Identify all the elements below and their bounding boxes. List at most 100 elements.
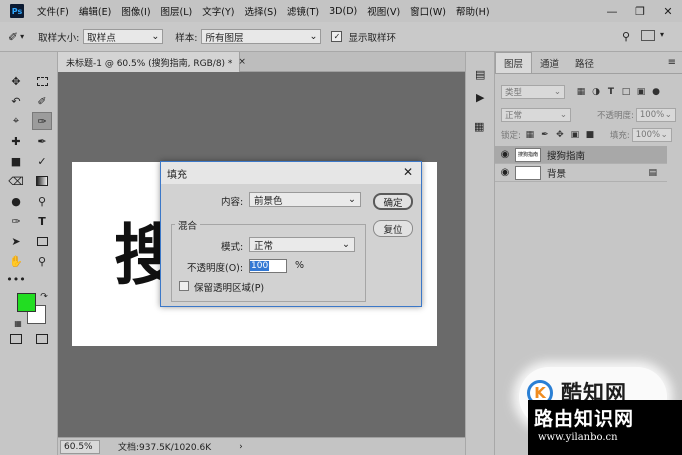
blend-opacity-row: 正常 ⌄ 不透明度: 100% ⌄: [495, 108, 682, 122]
eraser-tool-icon[interactable]: ⌫: [6, 172, 26, 190]
filter-adjustment-icon[interactable]: ◑: [590, 86, 602, 98]
menu-help[interactable]: 帮助(H): [451, 4, 495, 18]
path-select-tool-icon[interactable]: ➤: [6, 232, 26, 250]
quick-mask-icon[interactable]: [6, 330, 26, 348]
zoom-tool-icon[interactable]: ⚲: [32, 252, 52, 270]
status-menu-chevron-icon[interactable]: ›: [239, 442, 243, 452]
menu-image[interactable]: 图像(I): [116, 4, 155, 18]
filter-toggle-icon[interactable]: ●: [650, 86, 662, 98]
mode-select[interactable]: 正常 ⌄: [249, 237, 355, 252]
show-sampling-ring-checkbox[interactable]: ✓: [331, 31, 343, 42]
layer-row[interactable]: ◉ 背景 ▤: [495, 164, 667, 182]
contents-value: 前景色: [254, 195, 283, 207]
opacity-input[interactable]: 100: [249, 259, 287, 273]
lock-transparent-icon[interactable]: ▦: [524, 129, 536, 141]
tab-channels[interactable]: 通道: [532, 53, 567, 73]
filter-type-icon[interactable]: T: [605, 86, 617, 98]
screen-mode-icon[interactable]: [32, 330, 52, 348]
restore-icon[interactable]: ❐: [626, 0, 654, 22]
sample-value: 所有图层: [205, 32, 244, 44]
lock-all-icon[interactable]: ■: [584, 129, 596, 141]
menu-3d[interactable]: 3D(D): [324, 6, 362, 17]
layer-thumbnail: 搜狗指南: [515, 147, 541, 162]
menu-filter[interactable]: 滤镜(T): [282, 4, 324, 18]
menu-view[interactable]: 视图(V): [362, 4, 405, 18]
actions-play-icon[interactable]: ▶: [476, 91, 484, 104]
eye-icon[interactable]: ◉: [495, 167, 515, 178]
menu-select[interactable]: 选择(S): [239, 4, 281, 18]
menu-file[interactable]: 文件(F): [32, 4, 74, 18]
minimize-icon[interactable]: —: [598, 0, 626, 22]
tab-paths[interactable]: 路径: [567, 53, 602, 73]
preserve-transparency-label: 保留透明区域(P): [194, 283, 265, 294]
close-icon[interactable]: ✕: [403, 165, 413, 179]
filter-smart-object-icon[interactable]: ▣: [635, 86, 647, 98]
filter-pixel-icon[interactable]: ▦: [575, 86, 587, 98]
lasso-tool-icon[interactable]: ↶: [6, 92, 26, 110]
options-bar: ✐ ▾ 取样大小: 取样点 ⌄ 样本: 所有图层 ⌄ ✓ 显示取样环 ⚲ ▾: [0, 22, 682, 52]
document-tab-title: 未标题-1 @ 60.5% (搜狗指南, RGB/8) *: [66, 58, 233, 69]
search-icon[interactable]: ⚲: [622, 30, 630, 43]
more-tools-icon[interactable]: •••: [6, 270, 26, 288]
eyedropper-tool-icon[interactable]: ✑: [32, 112, 52, 130]
layer-name: 背景: [547, 168, 567, 180]
pen-tool-icon[interactable]: ✑: [6, 212, 26, 230]
healing-brush-tool-icon[interactable]: ✚: [6, 132, 26, 150]
menu-edit[interactable]: 编辑(E): [74, 4, 116, 18]
ok-button[interactable]: 确定: [373, 193, 413, 210]
rectangle-tool-icon[interactable]: [32, 232, 52, 250]
hand-tool-icon[interactable]: ✋: [6, 252, 26, 270]
panel-menu-icon[interactable]: ≡: [668, 57, 676, 68]
properties-panel-icon[interactable]: ▦: [474, 120, 484, 133]
eye-icon[interactable]: ◉: [495, 149, 515, 160]
workspace-chevron-icon[interactable]: ▾: [660, 30, 664, 39]
brush-tool-icon[interactable]: ✒: [32, 132, 52, 150]
close-icon[interactable]: ×: [238, 57, 246, 67]
layer-thumbnail-text: 搜狗指南: [517, 152, 538, 158]
menu-window[interactable]: 窗口(W): [405, 4, 451, 18]
lock-position-icon[interactable]: ✥: [554, 129, 566, 141]
close-icon[interactable]: ✕: [654, 0, 682, 22]
lock-image-icon[interactable]: ✒: [539, 129, 551, 141]
preserve-transparency-checkbox[interactable]: [179, 281, 189, 291]
blur-tool-icon[interactable]: ●: [6, 192, 26, 210]
opacity-label: 不透明度:: [597, 111, 634, 121]
gradient-tool-icon[interactable]: [32, 172, 52, 190]
opacity-input[interactable]: 100% ⌄: [635, 108, 676, 122]
workspace-icon[interactable]: [641, 30, 655, 41]
eyedropper-tool-icon[interactable]: ✐: [8, 30, 18, 44]
sample-select[interactable]: 所有图层 ⌄: [201, 29, 322, 44]
blend-mode-select[interactable]: 正常 ⌄: [501, 108, 571, 122]
zoom-level[interactable]: 60.5%: [60, 439, 100, 454]
watermark-site-box: 路由知识网 www.yilanbo.cn: [528, 400, 682, 455]
tool-preset-chevron-icon[interactable]: ▾: [20, 32, 24, 41]
opacity-label: 不透明度(O):: [187, 263, 244, 274]
move-tool-icon[interactable]: ✥: [6, 72, 26, 90]
menu-type[interactable]: 文字(Y): [197, 4, 239, 18]
layer-filter-select[interactable]: 类型 ⌄: [501, 85, 565, 99]
tab-layers[interactable]: 图层: [495, 52, 533, 73]
fill-input[interactable]: 100% ⌄: [631, 128, 672, 142]
chevron-down-icon: ⌄: [553, 87, 561, 97]
status-bar: 60.5% 文档:937.5K/1020.6K ›: [58, 437, 465, 455]
filter-shape-icon[interactable]: □: [620, 86, 632, 98]
doc-info: 文档:937.5K/1020.6K: [118, 443, 212, 453]
document-tab[interactable]: 未标题-1 @ 60.5% (搜狗指南, RGB/8) * ×: [58, 52, 246, 72]
blend-mode-value: 正常: [505, 111, 523, 121]
lock-artboard-icon[interactable]: ▣: [569, 129, 581, 141]
dodge-tool-icon[interactable]: ⚲: [32, 192, 52, 210]
swap-colors-icon[interactable]: ↷: [34, 288, 54, 306]
quick-select-tool-icon[interactable]: ✐: [32, 92, 52, 110]
sample-size-select[interactable]: 取样点 ⌄: [83, 29, 164, 44]
layer-row[interactable]: ◉ 搜狗指南 搜狗指南: [495, 146, 667, 164]
contents-select[interactable]: 前景色 ⌄: [249, 192, 361, 207]
crop-tool-icon[interactable]: ⌖: [6, 112, 26, 130]
history-brush-tool-icon[interactable]: ✓: [32, 152, 52, 170]
blending-group-title: 混合: [175, 218, 201, 232]
marquee-tool-icon[interactable]: [32, 72, 52, 90]
reset-button[interactable]: 复位: [373, 220, 413, 237]
menu-layer[interactable]: 图层(L): [156, 4, 198, 18]
history-panel-icon[interactable]: ▤: [475, 68, 485, 81]
type-tool-icon[interactable]: T: [32, 212, 52, 230]
clone-stamp-tool-icon[interactable]: ■: [6, 152, 26, 170]
